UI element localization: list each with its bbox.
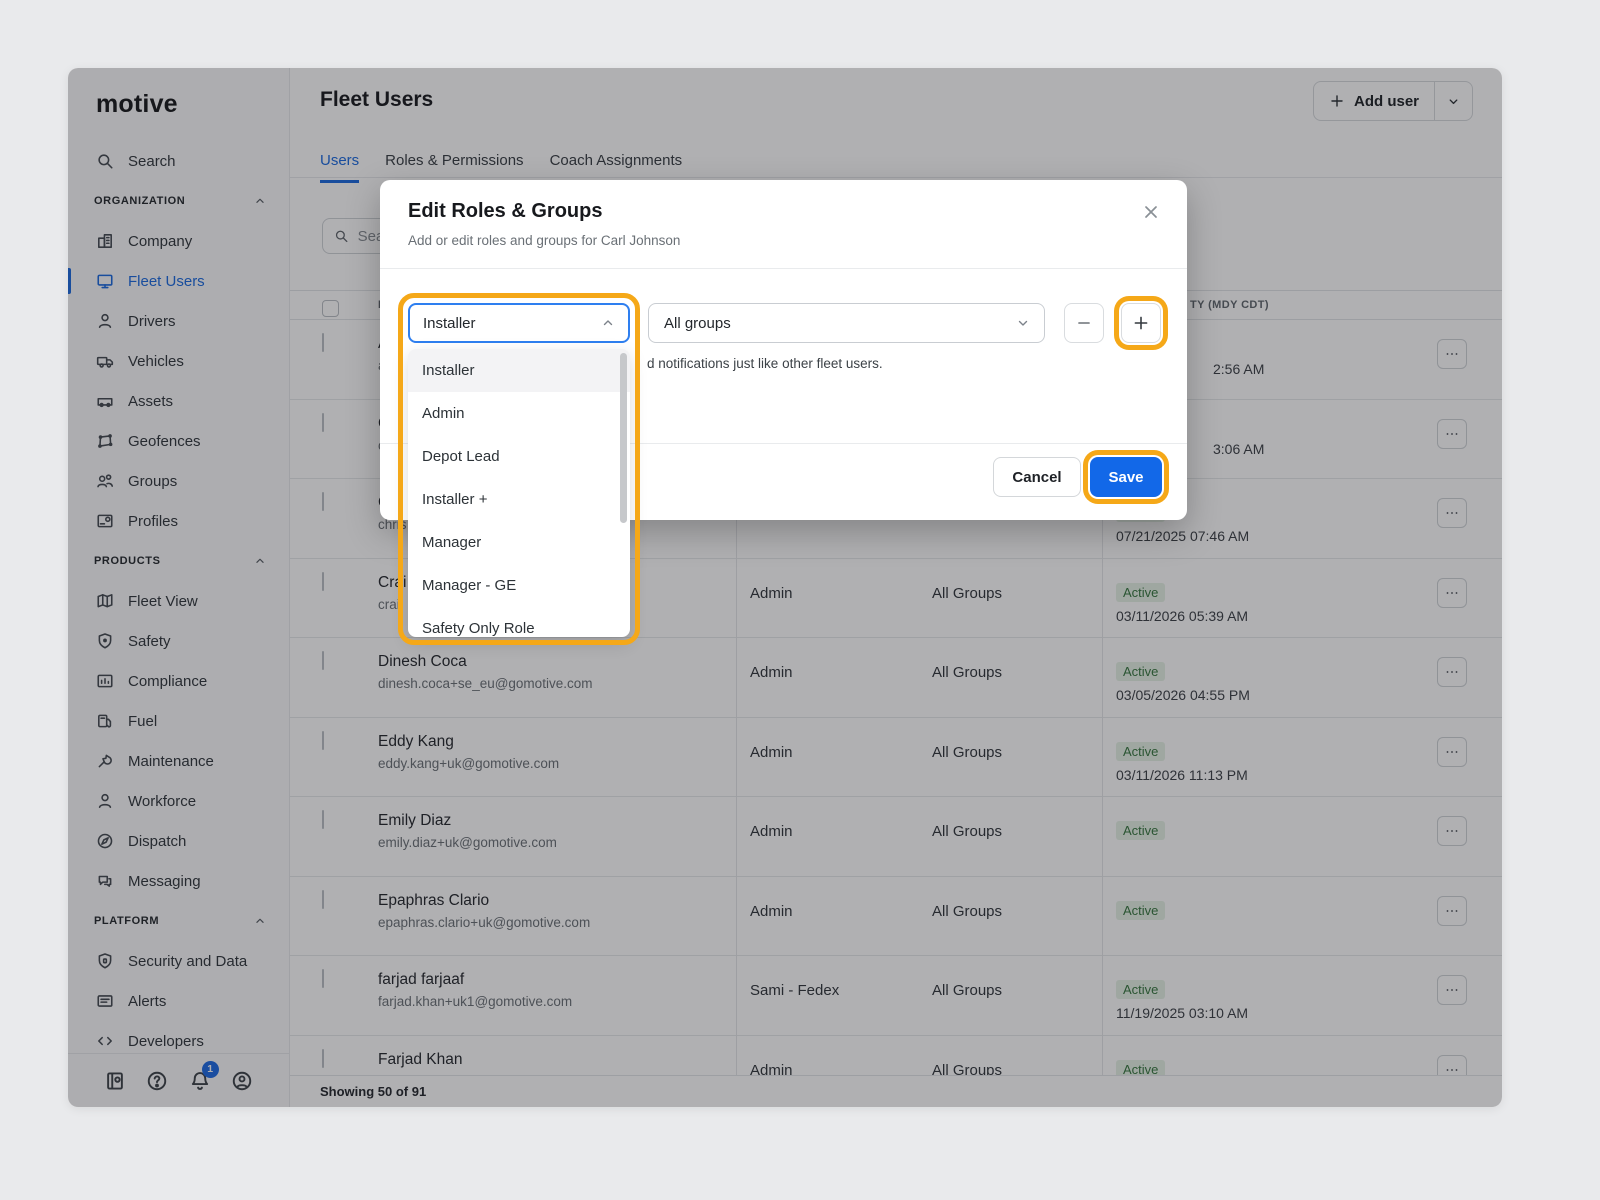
role-option-installer[interactable]: Installer xyxy=(408,349,630,392)
add-role-row-button[interactable] xyxy=(1121,303,1161,343)
edit-roles-groups-modal: Edit Roles & Groups Add or edit roles an… xyxy=(380,180,1187,520)
remove-role-row-button[interactable] xyxy=(1064,303,1104,343)
chevron-down-icon xyxy=(1015,315,1031,331)
role-option-depot-lead[interactable]: Depot Lead xyxy=(408,435,630,478)
close-button[interactable] xyxy=(1139,200,1163,224)
role-select[interactable]: Installer xyxy=(408,303,630,343)
role-option-manager-ge[interactable]: Manager - GE xyxy=(408,564,630,607)
role-option-admin[interactable]: Admin xyxy=(408,392,630,435)
role-option-installer[interactable]: Installer + xyxy=(408,478,630,521)
chevron-up-icon xyxy=(600,315,616,331)
minus-icon xyxy=(1075,314,1093,332)
modal-subtitle: Add or edit roles and groups for Carl Jo… xyxy=(408,233,680,248)
role-dropdown-list: InstallerAdminDepot LeadInstaller +Manag… xyxy=(408,349,630,637)
modal-header-divider xyxy=(380,268,1187,269)
dropdown-scrollbar[interactable] xyxy=(620,353,627,523)
app-window: motive SearchORGANIZATIONCompanyFleet Us… xyxy=(68,68,1502,1107)
cancel-button[interactable]: Cancel xyxy=(993,457,1081,497)
groups-select-value: All groups xyxy=(664,315,731,332)
role-select-value: Installer xyxy=(423,315,476,332)
role-helper-text: d notifications just like other fleet us… xyxy=(647,356,883,371)
save-button[interactable]: Save xyxy=(1090,457,1162,497)
modal-title: Edit Roles & Groups xyxy=(408,200,602,223)
role-option-safety-only-role[interactable]: Safety Only Role xyxy=(408,607,630,637)
close-icon xyxy=(1141,202,1161,222)
role-option-manager[interactable]: Manager xyxy=(408,521,630,564)
groups-select[interactable]: All groups xyxy=(648,303,1045,343)
plus-icon xyxy=(1132,314,1150,332)
